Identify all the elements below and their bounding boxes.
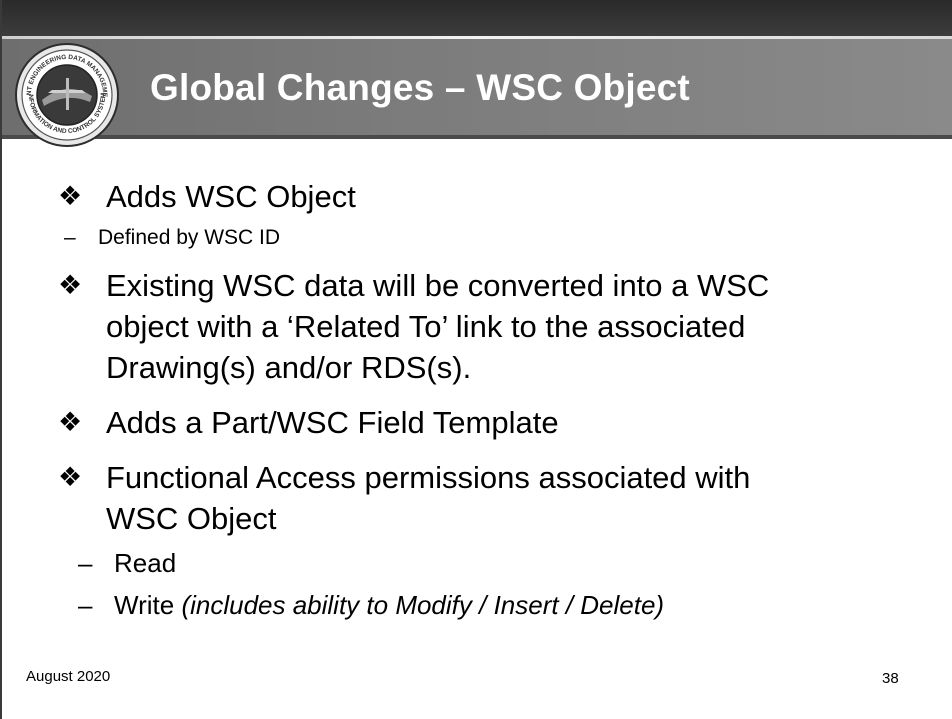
sub-bullet-text: Write bbox=[114, 590, 175, 620]
bullet-marker-icon: ❖ bbox=[58, 270, 83, 300]
bullet-text-continuation: Drawing(s) and/or RDS(s). bbox=[106, 350, 472, 385]
bullet-marker-icon: ❖ bbox=[58, 181, 83, 211]
bullet-text: Existing WSC data will be converted into… bbox=[106, 268, 770, 303]
sub-bullet-item: – Read bbox=[58, 543, 928, 583]
slide-title: Global Changes – WSC Object bbox=[150, 67, 690, 108]
sub-bullet-marker: – bbox=[78, 590, 93, 620]
slide: JOINT ENGINEERING DATA MANAGEMENT INFORM… bbox=[0, 0, 952, 719]
bullet-text-continuation: WSC Object bbox=[106, 501, 277, 536]
organization-seal-icon: JOINT ENGINEERING DATA MANAGEMENT INFORM… bbox=[12, 40, 119, 147]
bullet-item: ❖ Functional Access permissions associat… bbox=[58, 457, 928, 539]
bullet-text: Adds a Part/WSC Field Template bbox=[106, 405, 559, 440]
slide-top-bar bbox=[2, 0, 952, 36]
sub-bullet-italic-note: (includes ability to Modify / Insert / D… bbox=[181, 590, 665, 620]
bullet-text-continuation: object with a ‘Related To’ link to the a… bbox=[106, 309, 746, 344]
sub-bullet-text: Defined by WSC ID bbox=[98, 226, 281, 249]
bullet-item: ❖ Adds WSC Object bbox=[58, 176, 928, 217]
sub-bullet-text: Read bbox=[114, 548, 177, 578]
bullet-text: Adds WSC Object bbox=[106, 179, 356, 214]
sub-bullet-item: – Defined by WSC ID bbox=[58, 223, 928, 253]
bullet-marker-icon: ❖ bbox=[58, 407, 83, 437]
title-underline bbox=[2, 135, 952, 139]
sub-bullet-marker: – bbox=[78, 548, 93, 578]
bullet-list: ❖ Adds WSC Object – Defined by WSC ID ❖ … bbox=[58, 176, 928, 625]
bullet-text: Functional Access permissions associated… bbox=[106, 460, 751, 495]
sub-bullet-marker: – bbox=[64, 226, 76, 249]
bullet-marker-icon: ❖ bbox=[58, 462, 83, 492]
bullet-item: ❖ Existing WSC data will be converted in… bbox=[58, 265, 928, 388]
page-number: 38 bbox=[882, 670, 899, 687]
sub-bullet-item: – Write (includes ability to Modify / In… bbox=[58, 585, 928, 625]
footer-date: August 2020 bbox=[26, 668, 111, 685]
bullet-item: ❖ Adds a Part/WSC Field Template bbox=[58, 402, 928, 443]
